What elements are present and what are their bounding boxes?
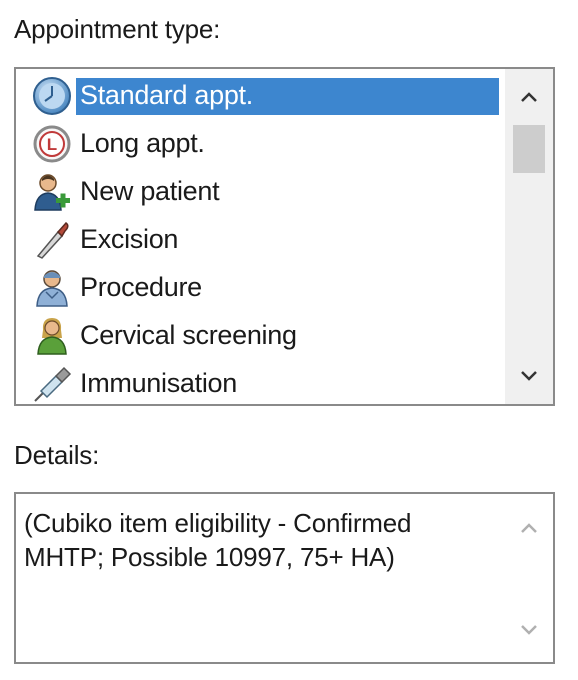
chevron-up-icon [521,523,537,533]
details-text[interactable]: (Cubiko item eligibility - Confirmed MHT… [24,506,493,574]
list-item-immunisation[interactable]: Immunisation [30,361,505,404]
details-scroll-down-button[interactable] [505,608,553,652]
list-item-procedure[interactable]: Procedure [30,265,505,311]
clock-icon [30,74,74,118]
list-item-cervical-screening[interactable]: Cervical screening [30,313,505,359]
scrollbar-thumb[interactable] [513,125,545,173]
details-scrollbar[interactable] [505,494,553,662]
scroll-up-button[interactable] [505,75,553,119]
svg-text:L: L [47,135,57,154]
details-scroll-up-button[interactable] [505,506,553,550]
list-item-excision[interactable]: Excision [30,217,505,263]
cervical-screening-icon [30,314,74,358]
scroll-down-button[interactable] [505,354,553,398]
list-item-label: Cervical screening [80,319,297,350]
appointment-type-listbox[interactable]: Standard appt. L Long appt. New patient … [14,67,555,406]
chevron-down-icon [521,371,537,381]
list-item-label: Standard appt. [76,77,499,115]
list-item-label: Excision [80,223,179,254]
details-textarea[interactable]: (Cubiko item eligibility - Confirmed MHT… [14,492,555,664]
chevron-down-icon [521,625,537,635]
scalpel-icon [30,218,74,262]
listbox-scrollbar[interactable] [505,69,553,404]
long-clock-icon: L [30,122,74,166]
syringe-icon [30,362,74,404]
appointment-type-label: Appointment type: [14,14,221,44]
list-item-new-patient[interactable]: New patient [30,169,505,215]
list-item-label: Long appt. [80,127,205,158]
chevron-up-icon [521,92,537,102]
details-label: Details: [14,440,100,470]
list-item-label: Immunisation [80,367,237,398]
procedure-person-icon [30,266,74,310]
new-patient-icon [30,170,74,214]
list-item-label: Procedure [80,271,202,302]
list-item-standard-appt[interactable]: Standard appt. [30,73,505,119]
list-item-long-appt[interactable]: L Long appt. [30,121,505,167]
list-item-label: New patient [80,175,220,206]
